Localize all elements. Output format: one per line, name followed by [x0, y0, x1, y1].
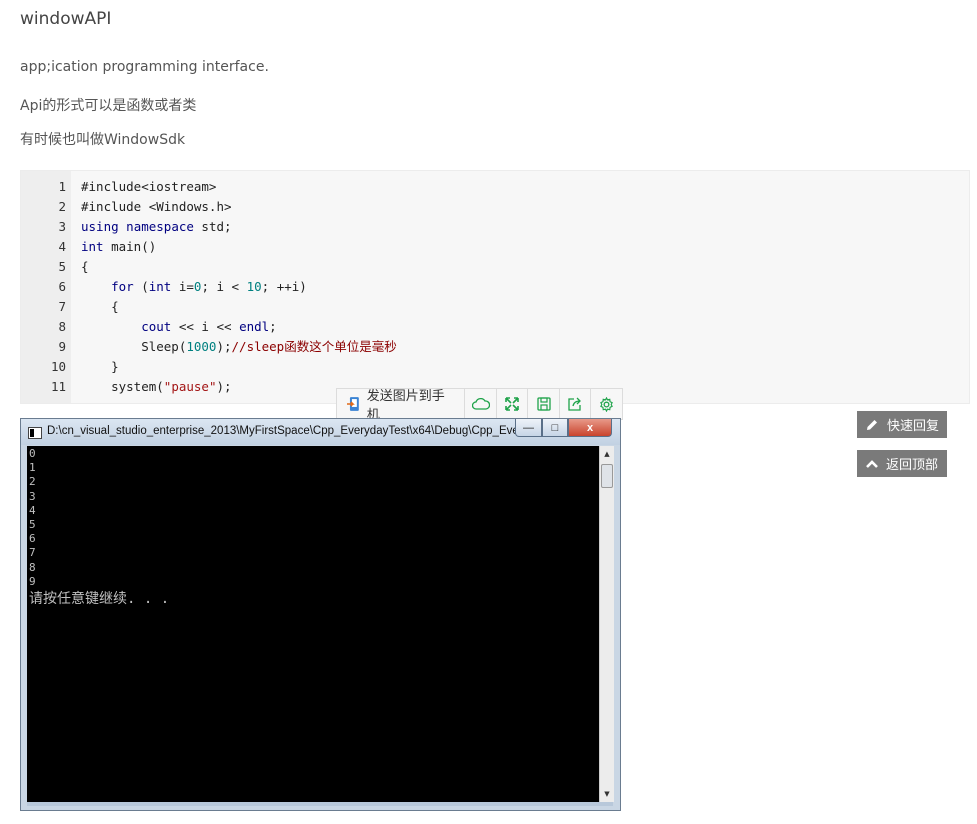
- code-text: #include<iostream>: [81, 179, 217, 194]
- console-app-icon: [28, 427, 42, 439]
- code-text: using namespace std;: [81, 219, 232, 234]
- console-window: D:\cn_visual_studio_enterprise_2013\MyFi…: [20, 418, 621, 811]
- console-line: 6: [29, 532, 36, 546]
- fullscreen-button[interactable]: [497, 389, 529, 419]
- article-title: windowAPI: [20, 9, 112, 29]
- maximize-button[interactable]: □: [542, 419, 568, 437]
- paragraph-2: Api的形式可以是函数或者类: [20, 98, 197, 114]
- code-line: 7 {: [21, 297, 118, 317]
- code-block: 1 #include<iostream> 2 #include <Windows.h>…: [20, 170, 970, 404]
- paragraph-1: app;ication programming interface.: [20, 59, 269, 75]
- paragraph-3: 有时候也叫做WindowSdk: [20, 132, 186, 148]
- code-line: 3 using namespace std;: [21, 217, 231, 237]
- scroll-thumb[interactable]: [601, 464, 613, 488]
- back-to-top-button[interactable]: 返回顶部: [857, 450, 947, 477]
- console-titlebar[interactable]: D:\cn_visual_studio_enterprise_2013\MyFi…: [21, 419, 620, 445]
- code-text: Sleep(1000);//sleep函数这个单位是毫秒: [81, 339, 397, 354]
- code-text: for (int i=0; i < 10; ++i): [111, 279, 307, 294]
- code-line: 1 #include<iostream>: [21, 177, 216, 197]
- line-number: 1: [58, 179, 66, 194]
- console-output: 0123456789 请按任意键继续. . .: [27, 446, 599, 802]
- share-button[interactable]: [560, 389, 592, 419]
- gear-icon: [600, 396, 614, 412]
- code-text: cout << i << endl;: [141, 319, 277, 334]
- save-button[interactable]: [528, 389, 560, 419]
- line-number: 9: [58, 339, 66, 354]
- console-line: 2: [29, 475, 36, 489]
- pencil-icon: [866, 419, 877, 430]
- minimize-button[interactable]: —: [515, 419, 542, 437]
- share-icon: [568, 397, 582, 411]
- line-number: 11: [50, 379, 66, 394]
- code-line: 11 system("pause");: [21, 377, 232, 397]
- quick-reply-label: 快速回复: [886, 419, 939, 434]
- code-line: 5{: [21, 257, 88, 277]
- console-line: 4: [29, 503, 36, 517]
- console-line: 5: [29, 518, 36, 531]
- settings-button[interactable]: [591, 389, 622, 419]
- line-number: 10: [50, 359, 66, 374]
- image-toolbar: 发送图片到手机: [336, 388, 623, 423]
- code-text: {: [81, 299, 119, 314]
- line-number: 2: [58, 199, 66, 214]
- line-number: 4: [58, 239, 66, 254]
- phone-send-icon: [347, 397, 359, 411]
- scroll-up-arrow[interactable]: ▲: [600, 446, 614, 462]
- send-to-phone-button[interactable]: 发送图片到手机: [337, 389, 466, 423]
- console-line: 0: [29, 447, 36, 460]
- code-line: 6 for (int i=0; i < 10; ++i): [21, 277, 306, 297]
- console-line: 1: [29, 461, 36, 475]
- chevron-up-icon: [866, 459, 878, 468]
- code-text: #include <Windows.h>: [81, 199, 232, 214]
- code-text: system("pause");: [81, 379, 232, 394]
- back-to-top-label: 返回顶部: [885, 458, 938, 473]
- line-number: 7: [58, 299, 66, 314]
- console-title: D:\cn_visual_studio_enterprise_2013\MyFi…: [47, 425, 529, 437]
- close-button[interactable]: x: [568, 419, 612, 437]
- cloud-icon: [471, 398, 490, 410]
- code-line: 9 Sleep(1000);//sleep函数这个单位是毫秒: [21, 337, 396, 357]
- code-text: {: [81, 259, 89, 274]
- fullscreen-icon: [505, 397, 519, 411]
- line-number: 8: [58, 319, 66, 334]
- quick-reply-button[interactable]: 快速回复: [857, 411, 947, 438]
- line-number: 5: [58, 259, 66, 274]
- console-line: 8: [29, 560, 36, 574]
- code-line: 10 }: [21, 357, 119, 377]
- code-line: 2 #include <Windows.h>: [21, 197, 231, 217]
- console-line: 9: [29, 574, 36, 588]
- save-icon: [537, 397, 551, 411]
- code-line: 4 int main(): [21, 237, 156, 257]
- line-number: 3: [58, 219, 66, 234]
- console-scrollbar[interactable]: ▲ ▼: [599, 446, 614, 802]
- console-line: 7: [29, 546, 36, 560]
- code-line: 8 cout << i << endl;: [21, 317, 276, 337]
- code-text: int main(): [81, 239, 157, 254]
- scroll-down-arrow[interactable]: ▼: [600, 786, 614, 802]
- console-line: 3: [29, 489, 36, 503]
- console-bottom-border: [27, 802, 613, 806]
- code-text: }: [81, 359, 119, 374]
- cloud-button[interactable]: [465, 389, 497, 419]
- console-prompt: 请按任意键继续. . .: [29, 591, 170, 607]
- line-number: 6: [58, 279, 66, 294]
